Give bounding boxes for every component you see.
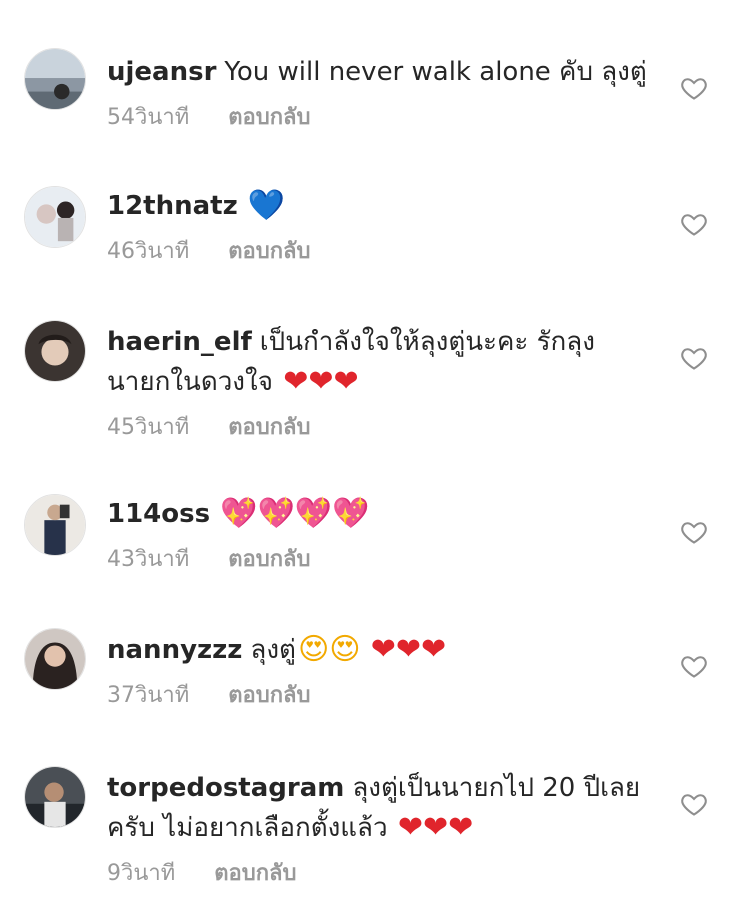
like-heart-icon[interactable] [680,344,708,372]
comment-meta: 46วินาที ตอบกลับ [107,238,647,266]
comment-username[interactable]: 114oss [107,499,210,529]
avatar[interactable] [24,628,86,690]
comment-time: 9วินาที [107,861,176,886]
comment-body: 114oss 💖💖💖💖 43วินาที ตอบกลับ [107,494,647,574]
avatar[interactable] [24,766,86,828]
reply-button[interactable]: ตอบกลับ [214,861,296,886]
comment-text: nannyzzz ลุงตู่😍😍 ❤❤❤ [107,630,647,670]
comment-time: 54วินาที [107,105,190,130]
avatar[interactable] [24,186,86,248]
comment-body: torpedostagram ลุงตู่เป็นนายกไป 20 ปีเลยค… [107,768,647,888]
comment-username[interactable]: torpedostagram [107,773,344,803]
comment-meta: 54วินาที ตอบกลับ [107,104,647,132]
comment-meta: 43วินาที ตอบกลับ [107,546,647,574]
comment-meta: 45วินาที ตอบกลับ [107,414,647,442]
comment-meta: 9วินาที ตอบกลับ [107,860,647,888]
comment-body: ujeansr You will never walk alone คับ ลุง… [107,52,647,132]
heart-eyes-emoji: 😍😍 [297,632,361,667]
comment-time: 37วินาที [107,683,190,708]
comment-meta: 37วินาที ตอบกลับ [107,682,647,710]
avatar[interactable] [24,320,86,382]
avatar[interactable] [24,48,86,110]
red-heart-emoji: ❤❤❤ [397,810,474,845]
comment-time: 46วินาที [107,239,190,264]
red-heart-emoji: ❤❤❤ [283,364,359,399]
like-heart-icon[interactable] [680,518,708,546]
comment-message: You will never walk alone คับ ลุงตู่ [224,57,647,87]
comment-text: 12thnatz 💙 [107,186,647,226]
comment-text: torpedostagram ลุงตู่เป็นนายกไป 20 ปีเลยค… [107,768,647,848]
comment-message: ลุงตู่ [250,635,296,665]
comment-username[interactable]: haerin_elf [107,327,252,357]
comment-text: 114oss 💖💖💖💖 [107,494,647,534]
comment-body: haerin_elf เป็นกำลังใจให้ลุงตู่นะคะ รักลุ… [107,322,647,442]
comment-text: haerin_elf เป็นกำลังใจให้ลุงตู่นะคะ รักลุ… [107,322,607,402]
comment-username[interactable]: 12thnatz [107,191,238,221]
comment-username[interactable]: nannyzzz [107,635,242,665]
like-heart-icon[interactable] [680,790,708,818]
comment-body: 12thnatz 💙 46วินาที ตอบกลับ [107,186,647,266]
like-heart-icon[interactable] [680,74,708,102]
sparkling-heart-emoji: 💖💖💖💖 [220,496,370,531]
reply-button[interactable]: ตอบกลับ [228,415,310,440]
reply-button[interactable]: ตอบกลับ [228,547,310,572]
comment-username[interactable]: ujeansr [107,57,216,87]
like-heart-icon[interactable] [680,652,708,680]
comment-time: 45วินาที [107,415,190,440]
comment-time: 43วินาที [107,547,190,572]
reply-button[interactable]: ตอบกลับ [228,683,310,708]
reply-button[interactable]: ตอบกลับ [228,239,310,264]
comment-body: nannyzzz ลุงตู่😍😍 ❤❤❤ 37วินาที ตอบกลับ [107,630,647,710]
avatar[interactable] [24,494,86,556]
like-heart-icon[interactable] [680,210,708,238]
blue-heart-emoji: 💙 [247,188,286,223]
comment-text: ujeansr You will never walk alone คับ ลุง… [107,52,647,92]
red-heart-emoji: ❤❤❤ [370,632,447,667]
reply-button[interactable]: ตอบกลับ [228,105,310,130]
